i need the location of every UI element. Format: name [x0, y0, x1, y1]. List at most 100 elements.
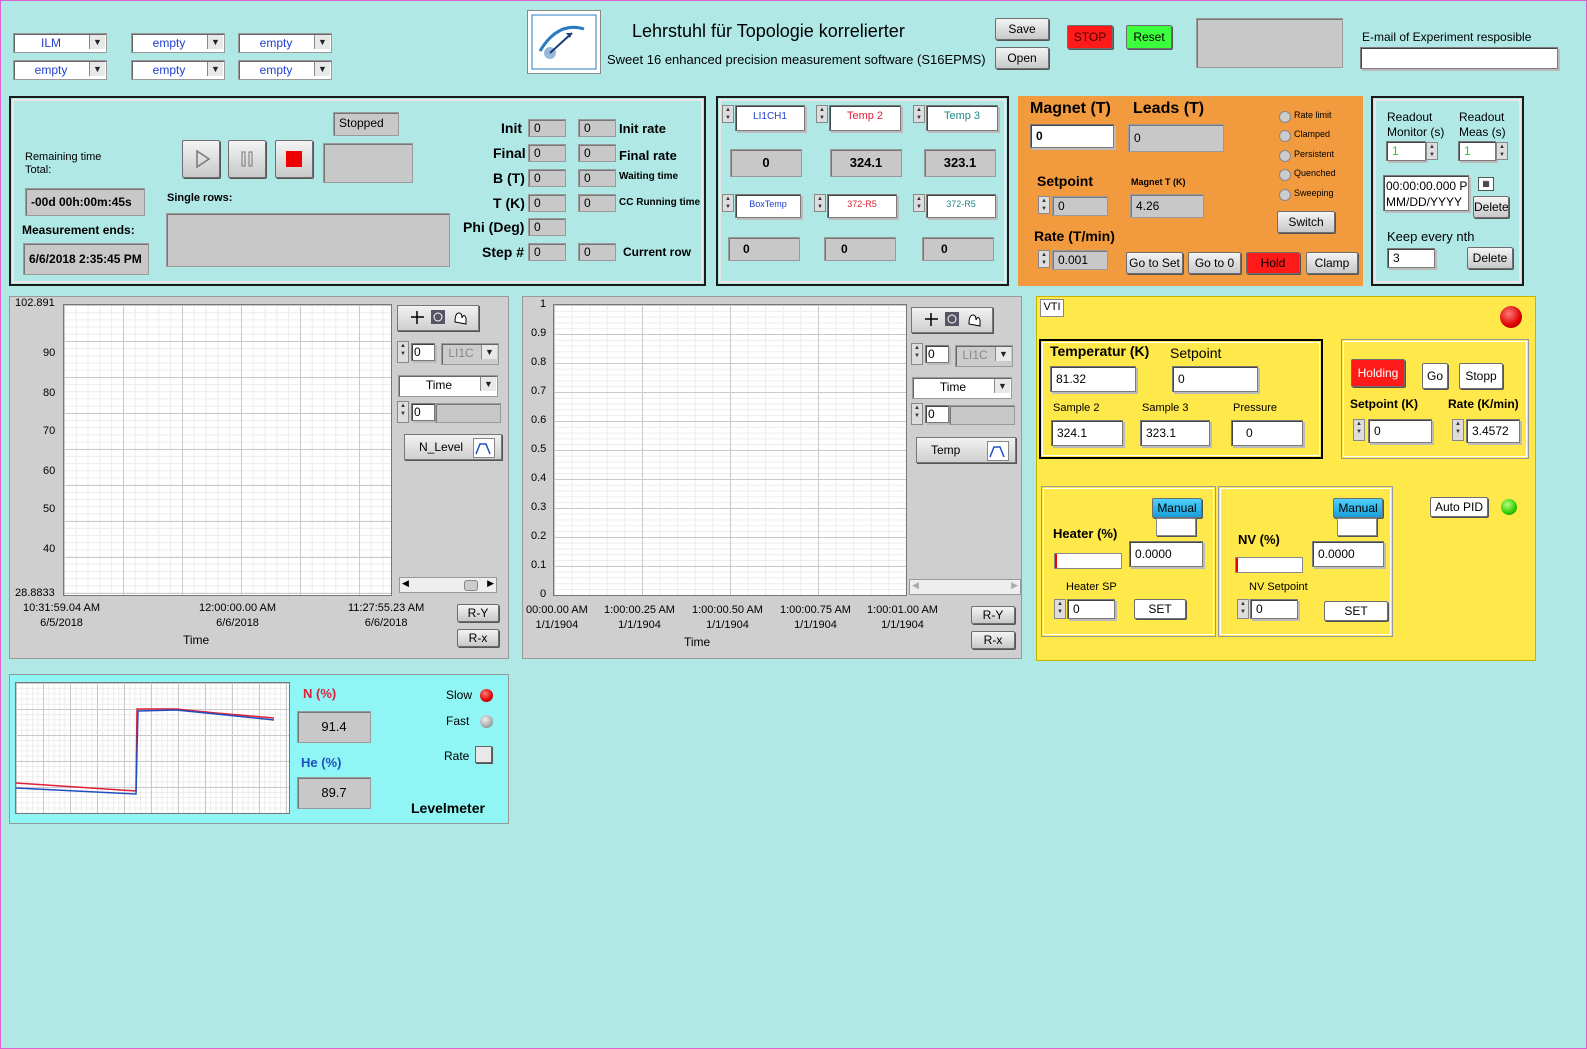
slow-led[interactable] [480, 689, 493, 702]
channel-stepper-6[interactable]: ▲ ▼ [913, 194, 925, 212]
g2-plot-stepper[interactable]: ▲ ▼ [911, 343, 923, 365]
g1-plot-index[interactable]: 0 [411, 343, 435, 361]
g1-plot-legend[interactable]: N_Level [404, 434, 502, 460]
nv-manual-toggle[interactable] [1337, 518, 1377, 536]
go-to-zero-button[interactable]: Go to 0 [1188, 252, 1241, 274]
instrument-select-6[interactable]: empty ▼ [238, 60, 332, 80]
g2-axis-index[interactable]: 0 [925, 405, 949, 423]
vti-rate-input[interactable]: 3.4572 [1466, 419, 1520, 443]
g1-ry-button[interactable]: R-Y [457, 604, 499, 622]
g2-axis-stepper[interactable]: ▲ ▼ [911, 403, 923, 425]
go-button[interactable]: Go [1422, 363, 1448, 389]
waiting-time-value[interactable]: 0 [578, 169, 616, 187]
instrument-select-3[interactable]: empty ▼ [238, 33, 332, 53]
calendar-icon[interactable]: ▦ [1478, 177, 1494, 191]
instrument-select-2[interactable]: empty ▼ [131, 33, 225, 53]
g1-graph-palette[interactable] [397, 305, 479, 331]
phi-value[interactable]: 0 [528, 218, 566, 236]
g2-rx-button[interactable]: R-x [971, 631, 1015, 649]
vti-sp-stepper[interactable]: ▲ ▼ [1353, 419, 1365, 441]
g1-scrollbar[interactable]: ◀ ▶ [399, 577, 497, 593]
t-value[interactable]: 0 [528, 194, 566, 212]
cc-running-time-value[interactable]: 0 [578, 194, 616, 212]
g1-axis-index[interactable]: 0 [411, 403, 435, 421]
keep-every-nth-input[interactable]: 3 [1387, 248, 1435, 268]
vti-rate-stepper[interactable]: ▲ ▼ [1452, 419, 1464, 441]
stop-button[interactable]: STOP [1067, 25, 1113, 49]
readout-monitor-input[interactable]: 1 [1386, 141, 1426, 161]
init-value[interactable]: 0 [528, 119, 566, 137]
setpoint-stepper[interactable]: ▲ ▼ [1038, 196, 1050, 214]
vti-sp-k-input[interactable]: 0 [1368, 419, 1432, 443]
nv-sp-stepper[interactable]: ▲ ▼ [1237, 599, 1249, 619]
channel-name-3[interactable]: Temp 3 [926, 105, 998, 131]
hold-button[interactable]: Hold [1246, 252, 1300, 274]
stop-measurement-button[interactable] [275, 140, 313, 178]
readout-meas-input[interactable]: 1 [1458, 141, 1496, 161]
switch-button[interactable]: Switch [1277, 211, 1335, 233]
instrument-select-5[interactable]: empty ▼ [131, 60, 225, 80]
scroll-thumb[interactable] [464, 580, 478, 591]
heater-manual-toggle[interactable] [1156, 518, 1196, 536]
reset-button[interactable]: Reset [1126, 25, 1172, 49]
meas-stepper[interactable]: ▲ ▼ [1496, 142, 1508, 160]
delete-timestamp-button[interactable]: Delete [1473, 196, 1509, 218]
rate-stepper[interactable]: ▲ ▼ [1038, 250, 1050, 268]
g2-graph-palette[interactable] [911, 307, 993, 333]
channel-name-1[interactable]: LI1CH1 [735, 105, 805, 131]
channel-name-4[interactable]: BoxTemp [735, 194, 801, 218]
channel-stepper-2[interactable]: ▲ ▼ [816, 105, 828, 123]
g2-scrollbar[interactable]: ◀ ▶ [909, 579, 1021, 595]
g1-channel-select[interactable]: LI1C ▼ [441, 343, 499, 365]
channel-stepper-1[interactable]: ▲ ▼ [722, 105, 734, 123]
final-value[interactable]: 0 [528, 144, 566, 162]
nv-set-button[interactable]: SET [1324, 601, 1388, 621]
go-to-set-button[interactable]: Go to Set [1126, 252, 1183, 274]
g2-plot-index[interactable]: 0 [925, 345, 949, 363]
graph1-plot-area[interactable] [63, 304, 392, 596]
single-rows-input[interactable] [166, 213, 450, 267]
instrument-select-4[interactable]: empty ▼ [13, 60, 107, 80]
rate-checkbox[interactable] [475, 746, 492, 763]
magnet-setpoint-input[interactable]: 0 [1052, 196, 1108, 216]
pause-button[interactable] [228, 140, 266, 178]
g1-xaxis-select[interactable]: Time ▼ [398, 375, 498, 397]
stopp-button[interactable]: Stopp [1459, 363, 1503, 389]
channel-stepper-5[interactable]: ▲ ▼ [814, 194, 826, 212]
timestamp-input[interactable]: 00:00:00.000 PM MM/DD/YYYY [1383, 175, 1469, 211]
step-value[interactable]: 0 [528, 243, 566, 261]
graph2-plot-area[interactable] [553, 304, 907, 596]
b-value[interactable]: 0 [528, 169, 566, 187]
monitor-stepper[interactable]: ▲ ▼ [1426, 142, 1438, 160]
nv-setpoint-input[interactable]: 0 [1250, 599, 1298, 619]
open-button[interactable]: Open [995, 47, 1049, 69]
save-button[interactable]: Save [995, 18, 1049, 40]
clamp-button[interactable]: Clamp [1306, 252, 1358, 274]
email-input[interactable] [1360, 47, 1558, 69]
delete-rows-button[interactable]: Delete [1467, 247, 1513, 269]
heater-sp-stepper[interactable]: ▲ ▼ [1054, 599, 1066, 619]
init-rate-value[interactable]: 0 [578, 119, 616, 137]
g2-channel-select[interactable]: LI1C ▼ [955, 345, 1013, 367]
magnet-rate-input[interactable]: 0.001 [1052, 250, 1108, 270]
auto-pid-button[interactable]: Auto PID [1430, 497, 1488, 517]
g1-axis-stepper[interactable]: ▲ ▼ [397, 401, 409, 423]
channel-name-5[interactable]: 372-R5 [827, 194, 897, 218]
g2-xaxis-select[interactable]: Time ▼ [912, 377, 1012, 399]
channel-name-6[interactable]: 372-R5 [926, 194, 996, 218]
final-rate-value[interactable]: 0 [578, 144, 616, 162]
g2-plot-legend[interactable]: Temp [916, 437, 1016, 463]
g2-ry-button[interactable]: R-Y [971, 606, 1015, 624]
channel-stepper-3[interactable]: ▲ ▼ [913, 105, 925, 123]
vti-setpoint-input[interactable]: 0 [1172, 366, 1258, 392]
g1-rx-button[interactable]: R-x [457, 629, 499, 647]
holding-button[interactable]: Holding [1351, 359, 1405, 387]
channel-name-2[interactable]: Temp 2 [829, 105, 901, 131]
heater-sp-input[interactable]: 0 [1067, 599, 1115, 619]
g1-plot-stepper[interactable]: ▲ ▼ [397, 341, 409, 363]
play-button[interactable] [182, 140, 220, 178]
channel-stepper-4[interactable]: ▲ ▼ [722, 194, 734, 212]
fast-led[interactable] [480, 715, 493, 728]
heater-set-button[interactable]: SET [1134, 599, 1186, 619]
instrument-select-1[interactable]: ILM ▼ [13, 33, 107, 53]
